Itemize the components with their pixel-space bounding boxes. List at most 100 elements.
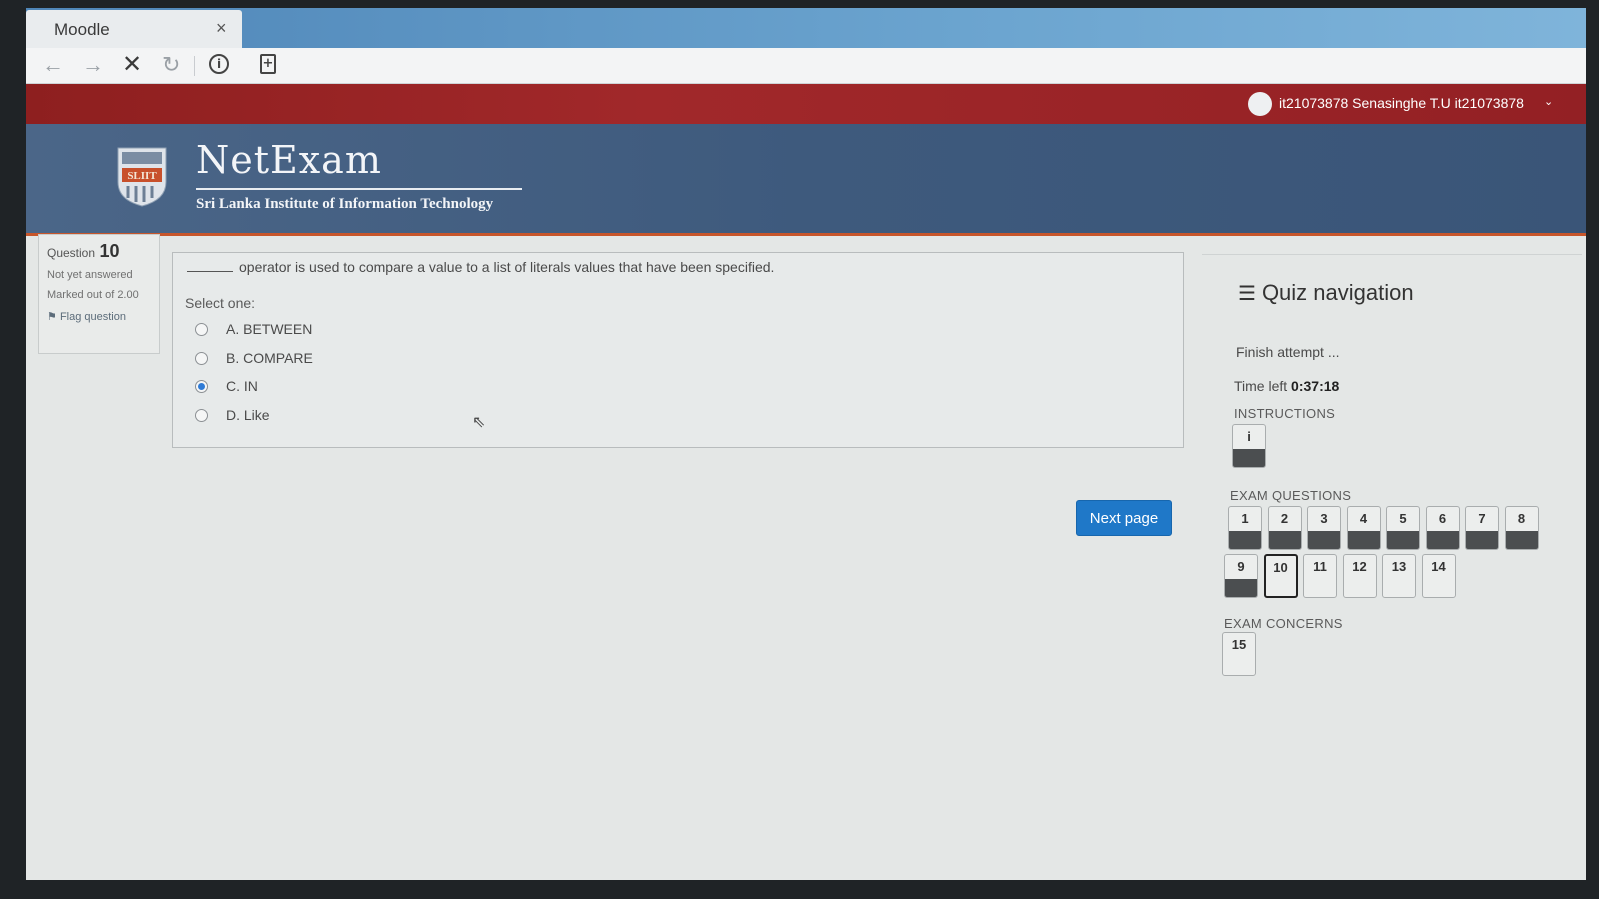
- question-nav-number: 5: [1399, 511, 1407, 526]
- exam-concerns-button[interactable]: 15: [1222, 632, 1256, 676]
- question-nav-button-8[interactable]: 8: [1504, 506, 1539, 550]
- marks-info: Marked out of 2.00: [47, 289, 139, 301]
- site-info-icon[interactable]: i: [209, 54, 229, 74]
- option-a-label: A. BETWEEN: [226, 321, 313, 337]
- question-panel: operator is used to compare a value to a…: [172, 252, 1184, 448]
- question-nav-button-7[interactable]: 7: [1465, 506, 1499, 550]
- quiz-navigation-title: ☰ Quiz navigation: [1238, 280, 1414, 306]
- mouse-pointer-icon: ⇖: [472, 414, 486, 431]
- option-b[interactable]: B. COMPARE: [195, 350, 313, 366]
- answered-indicator: [1308, 531, 1340, 549]
- avatar[interactable]: [1248, 92, 1272, 116]
- question-nav-number: 14: [1431, 559, 1446, 574]
- option-c-radio[interactable]: [195, 379, 208, 393]
- site-subtitle: Sri Lanka Institute of Information Techn…: [196, 196, 494, 212]
- exam-questions-label: EXAM QUESTIONS: [1230, 488, 1352, 503]
- question-heading: Question 10: [47, 241, 151, 262]
- user-menu-name[interactable]: it21073878 Senasinghe T.U it21073878: [1279, 95, 1524, 111]
- select-one-label: Select one:: [185, 295, 256, 311]
- question-nav-number: 12: [1352, 559, 1367, 574]
- question-nav-number: 2: [1280, 511, 1289, 526]
- flag-icon: ⚑: [47, 311, 57, 323]
- logo-text: SLIIT: [127, 170, 157, 182]
- answered-indicator: [1347, 531, 1380, 549]
- browser-tab[interactable]: Moodle ×: [26, 10, 242, 48]
- option-a[interactable]: A. BETWEEN: [195, 321, 312, 337]
- quiz-navigation: ☰ Quiz navigation Finish attempt ... Time…: [1202, 254, 1582, 684]
- question-info: Question 10 Not yet answered Marked out …: [38, 234, 160, 354]
- question-nav-number: 4: [1359, 511, 1368, 526]
- question-nav-button-4[interactable]: 4: [1346, 506, 1381, 550]
- sliit-logo: SLIIT: [117, 147, 167, 207]
- question-nav-number: 3: [1320, 511, 1328, 526]
- tab-title: Moodle: [54, 20, 110, 39]
- exam-concerns-label: EXAM CONCERNS: [1224, 616, 1343, 631]
- timer: Time left 0:37:18: [1234, 378, 1339, 394]
- question-nav-button-13[interactable]: 13: [1382, 554, 1416, 598]
- option-b-radio[interactable]: [195, 351, 208, 365]
- question-nav-button-2[interactable]: 2: [1267, 506, 1302, 550]
- instructions-button[interactable]: i: [1232, 424, 1266, 468]
- quiz-navigation-label: Quiz navigation: [1261, 280, 1414, 305]
- brand-header: SLIIT NetExam Sri Lanka Institute of Inf…: [26, 124, 1586, 236]
- answered-indicator: [1466, 531, 1498, 549]
- question-nav-number: 9: [1237, 559, 1245, 574]
- question-nav-number: 11: [1313, 559, 1327, 574]
- page-action-icon[interactable]: +: [260, 54, 276, 74]
- answered-indicator: [1233, 449, 1265, 467]
- option-d-radio[interactable]: [195, 408, 208, 422]
- answered-indicator: [1229, 531, 1261, 549]
- question-number: 10: [99, 241, 120, 261]
- site-title: NetExam: [196, 138, 382, 182]
- option-d[interactable]: D. Like: [195, 407, 270, 423]
- flag-question-label: Flag question: [59, 311, 126, 323]
- finish-attempt-link[interactable]: Finish attempt ...: [1236, 344, 1339, 360]
- answered-indicator: [1225, 579, 1257, 597]
- time-left-label: Time left: [1234, 378, 1288, 394]
- option-a-radio[interactable]: [195, 322, 208, 336]
- option-c-label: C. IN: [226, 378, 258, 394]
- question-nav-button-9[interactable]: 9: [1224, 554, 1258, 598]
- question-nav-button-1[interactable]: 1: [1228, 506, 1262, 550]
- next-page-button[interactable]: Next page: [1076, 500, 1172, 536]
- question-text: operator is used to compare a value to a…: [187, 259, 774, 275]
- instructions-button-label: i: [1247, 429, 1251, 444]
- chevron-down-icon[interactable]: ⌄: [1544, 95, 1553, 108]
- question-nav-number: 13: [1391, 559, 1407, 574]
- answered-indicator: [1387, 531, 1419, 549]
- option-c[interactable]: C. IN: [195, 378, 258, 394]
- user-bar: it21073878 Senasinghe T.U it21073878 ⌄: [26, 84, 1586, 124]
- option-d-label: D. Like: [226, 407, 270, 423]
- question-nav-number: 8: [1517, 511, 1526, 526]
- question-nav-button-3[interactable]: 3: [1307, 506, 1341, 550]
- question-nav-number: 6: [1438, 511, 1447, 526]
- flag-question-button[interactable]: ⚑ Flag question: [47, 310, 151, 323]
- question-nav-button-12[interactable]: 12: [1342, 554, 1377, 598]
- question-nav-number: 10: [1273, 560, 1288, 575]
- question-nav-button-11[interactable]: 11: [1303, 554, 1337, 598]
- question-nav-number: 1: [1241, 511, 1249, 526]
- question-nav-button-5[interactable]: 5: [1386, 506, 1420, 550]
- back-arrow-icon[interactable]: ←: [42, 54, 64, 76]
- screen: Moodle × ← → ✕ ↻ i + it21073878 Senasing…: [26, 8, 1586, 880]
- question-label: Question: [47, 246, 96, 260]
- instructions-label: INSTRUCTIONS: [1234, 406, 1336, 421]
- nav-separator: [194, 56, 195, 76]
- answered-indicator: [1268, 531, 1301, 549]
- reload-icon[interactable]: ↻: [162, 54, 180, 76]
- close-tab-icon[interactable]: ×: [216, 18, 227, 39]
- option-b-label: B. COMPARE: [226, 350, 313, 366]
- question-nav-button-6[interactable]: 6: [1425, 506, 1460, 550]
- browser-tab-bar: Moodle ×: [26, 8, 1586, 48]
- exam-concerns-button-label: 15: [1231, 637, 1247, 652]
- forward-arrow-icon[interactable]: →: [82, 54, 104, 76]
- stop-icon[interactable]: ✕: [122, 53, 142, 77]
- qnav-divider: [1202, 254, 1582, 255]
- answered-indicator: [1426, 531, 1459, 549]
- blank-line: [187, 271, 233, 272]
- menu-icon[interactable]: ☰: [1238, 281, 1256, 306]
- answer-status: Not yet answered: [47, 269, 133, 281]
- answered-indicator: [1505, 531, 1538, 549]
- question-nav-button-10[interactable]: 10: [1263, 554, 1298, 598]
- question-nav-button-14[interactable]: 14: [1421, 554, 1456, 598]
